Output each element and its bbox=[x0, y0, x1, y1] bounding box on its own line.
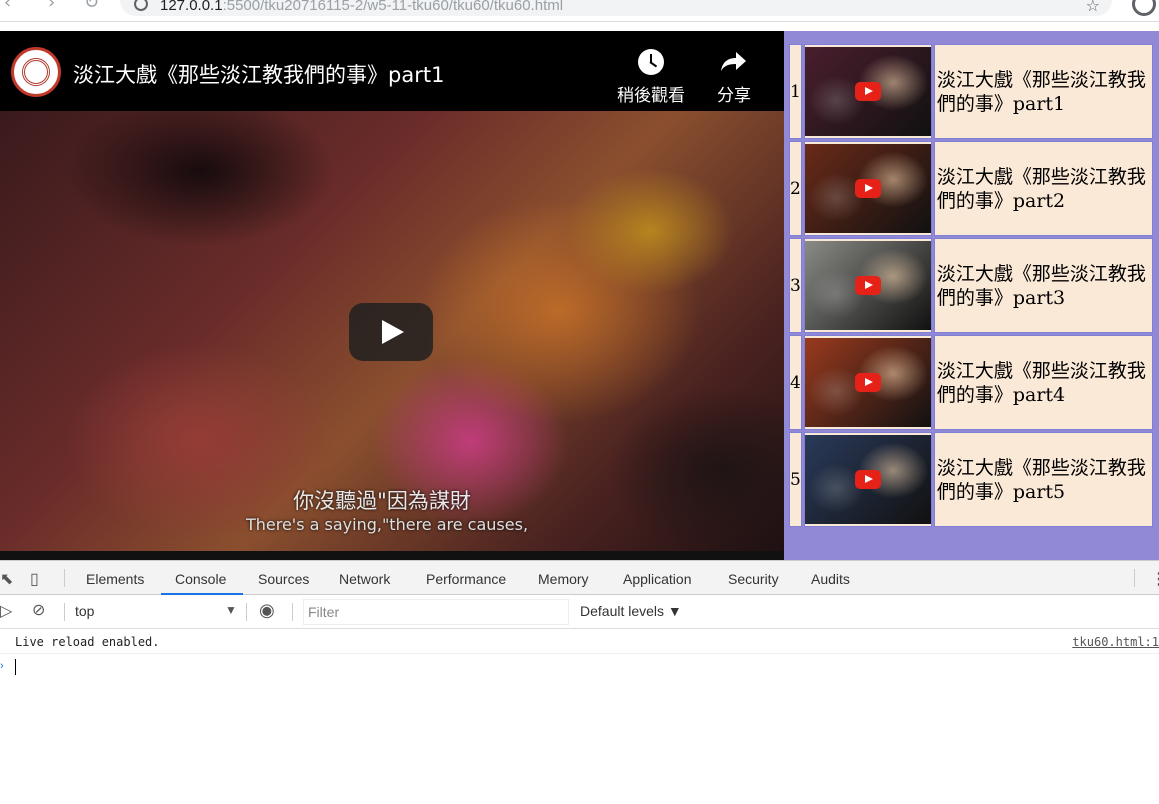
playlist-table: 1 淡江大戲《那些淡江教我們的事》part1 2 淡江大戲《那些淡江教我們的事》par… bbox=[787, 42, 1155, 529]
video-player[interactable]: 淡江大戲《那些淡江教我們的事》part1 稍後觀看 分享 你沒聽過"因為謀財 T… bbox=[0, 31, 784, 560]
tab-elements[interactable]: Elements bbox=[86, 571, 144, 587]
back-icon[interactable]: ‹ bbox=[4, 0, 11, 13]
address-bar[interactable]: 127.0.0.1:5500/tku20716115-2/w5-11-tku60… bbox=[120, 0, 1112, 16]
eye-icon[interactable]: ◉ bbox=[259, 600, 275, 621]
tab-console[interactable]: Console bbox=[175, 571, 226, 587]
forward-icon[interactable]: › bbox=[48, 0, 55, 13]
channel-logo[interactable] bbox=[11, 47, 61, 97]
watch-later-button[interactable]: 稍後觀看 bbox=[611, 49, 691, 106]
page-content: 淡江大戲《那些淡江教我們的事》part1 稍後觀看 分享 你沒聽過"因為謀財 T… bbox=[0, 31, 1159, 560]
play-button[interactable] bbox=[349, 303, 433, 361]
context-selector[interactable]: top bbox=[75, 603, 94, 619]
share-label: 分享 bbox=[717, 86, 751, 106]
clock-icon bbox=[638, 49, 664, 75]
video-thumbnail[interactable] bbox=[804, 241, 931, 330]
playlist-row[interactable]: 1 淡江大戲《那些淡江教我們的事》part1 bbox=[789, 44, 1153, 139]
more-options-icon[interactable]: ⋮ bbox=[1151, 569, 1159, 589]
tab-audits[interactable]: Audits bbox=[811, 571, 850, 587]
tab-memory[interactable]: Memory bbox=[538, 571, 589, 587]
clear-console-icon[interactable]: ⊘ bbox=[32, 600, 45, 620]
console-message-text: Live reload enabled. bbox=[15, 635, 160, 649]
toolbar-divider bbox=[246, 603, 247, 621]
share-icon bbox=[721, 52, 746, 71]
profile-icon[interactable] bbox=[1132, 0, 1156, 16]
playlist-number: 5 bbox=[789, 432, 802, 527]
video-thumbnail[interactable] bbox=[804, 338, 931, 427]
playlist-video-title[interactable]: 淡江大戲《那些淡江教我們的事》part2 bbox=[933, 141, 1153, 236]
playlist-number: 3 bbox=[789, 238, 802, 333]
tab-divider bbox=[1134, 569, 1135, 587]
playlist-video-title[interactable]: 淡江大戲《那些淡江教我們的事》part5 bbox=[933, 432, 1153, 527]
video-bottom-bar bbox=[0, 551, 784, 560]
log-levels-dropdown[interactable]: Default levels ▼ bbox=[580, 603, 682, 619]
playlist-row[interactable]: 5 淡江大戲《那些淡江教我們的事》part5 bbox=[789, 432, 1153, 527]
subtitle-chinese: 你沒聽過"因為謀財 bbox=[293, 489, 471, 513]
playlist-thumbnail-cell[interactable] bbox=[803, 432, 932, 527]
playlist-video-title[interactable]: 淡江大戲《那些淡江教我們的事》part4 bbox=[933, 335, 1153, 430]
toolbar-divider bbox=[292, 603, 293, 621]
subtitle-english: There's a saying,"there are causes, bbox=[245, 515, 529, 534]
console-input-caret[interactable] bbox=[15, 659, 16, 675]
tab-performance[interactable]: Performance bbox=[426, 571, 506, 587]
playlist-number: 2 bbox=[789, 141, 802, 236]
playlist-video-title[interactable]: 淡江大戲《那些淡江教我們的事》part3 bbox=[933, 238, 1153, 333]
tab-application[interactable]: Application bbox=[623, 571, 692, 587]
tab-sources[interactable]: Sources bbox=[258, 571, 309, 587]
console-source-link[interactable]: tku60.html:1 bbox=[1072, 635, 1159, 649]
console-message: Live reload enabled. tku60.html:1 bbox=[0, 629, 1159, 654]
logo-seal bbox=[22, 58, 50, 86]
console-prompt-icon: › bbox=[0, 660, 4, 672]
browser-toolbar: ‹ › ↻ 127.0.0.1:5500/tku20716115-2/w5-11… bbox=[0, 0, 1159, 22]
playlist-video-title[interactable]: 淡江大戲《那些淡江教我們的事》part1 bbox=[933, 44, 1153, 139]
playlist-thumbnail-cell[interactable] bbox=[803, 141, 932, 236]
filter-field[interactable] bbox=[303, 599, 569, 625]
video-thumbnail[interactable] bbox=[804, 435, 931, 524]
watch-later-label: 稍後觀看 bbox=[617, 86, 685, 106]
site-info-icon[interactable] bbox=[134, 0, 148, 11]
youtube-play-icon[interactable] bbox=[854, 373, 881, 392]
video-thumbnail[interactable] bbox=[804, 47, 931, 136]
playlist-number: 1 bbox=[789, 44, 802, 139]
playlist-row[interactable]: 4 淡江大戲《那些淡江教我們的事》part4 bbox=[789, 335, 1153, 430]
filter-input[interactable] bbox=[304, 600, 568, 624]
device-toolbar-icon[interactable]: ▯ bbox=[30, 569, 39, 589]
youtube-play-icon[interactable] bbox=[854, 82, 881, 101]
video-thumbnail[interactable] bbox=[804, 144, 931, 233]
bookmark-star-icon[interactable]: ☆ bbox=[1086, 0, 1100, 15]
devtools-tab-bar: ⬉ ▯ Elements Console Sources Network Perform… bbox=[0, 560, 1159, 595]
inspect-element-icon[interactable]: ⬉ bbox=[0, 569, 13, 589]
tab-network[interactable]: Network bbox=[339, 571, 390, 587]
tab-divider bbox=[64, 569, 65, 587]
youtube-play-icon[interactable] bbox=[854, 276, 881, 295]
video-title[interactable]: 淡江大戲《那些淡江教我們的事》part1 bbox=[73, 59, 444, 89]
share-button[interactable]: 分享 bbox=[694, 49, 774, 106]
playlist-thumbnail-cell[interactable] bbox=[803, 335, 932, 430]
console-toolbar: ▷ ⊘ top ▼ ◉ Default levels ▼ bbox=[0, 595, 1159, 629]
toolbar-divider bbox=[64, 603, 65, 621]
playlist-thumbnail-cell[interactable] bbox=[803, 44, 932, 139]
youtube-play-icon[interactable] bbox=[854, 470, 881, 489]
url-text: 127.0.0.1:5500/tku20716115-2/w5-11-tku60… bbox=[160, 0, 564, 14]
playlist-number: 4 bbox=[789, 335, 802, 430]
show-sidebar-icon[interactable]: ▷ bbox=[0, 601, 12, 621]
devtools-panel: ⬉ ▯ Elements Console Sources Network Perform… bbox=[0, 560, 1159, 804]
playlist-thumbnail-cell[interactable] bbox=[803, 238, 932, 333]
reload-icon[interactable]: ↻ bbox=[84, 0, 99, 13]
playlist-row[interactable]: 3 淡江大戲《那些淡江教我們的事》part3 bbox=[789, 238, 1153, 333]
tab-security[interactable]: Security bbox=[728, 571, 779, 587]
context-dropdown-icon[interactable]: ▼ bbox=[225, 603, 237, 617]
playlist-row[interactable]: 2 淡江大戲《那些淡江教我們的事》part2 bbox=[789, 141, 1153, 236]
youtube-play-icon[interactable] bbox=[854, 179, 881, 198]
